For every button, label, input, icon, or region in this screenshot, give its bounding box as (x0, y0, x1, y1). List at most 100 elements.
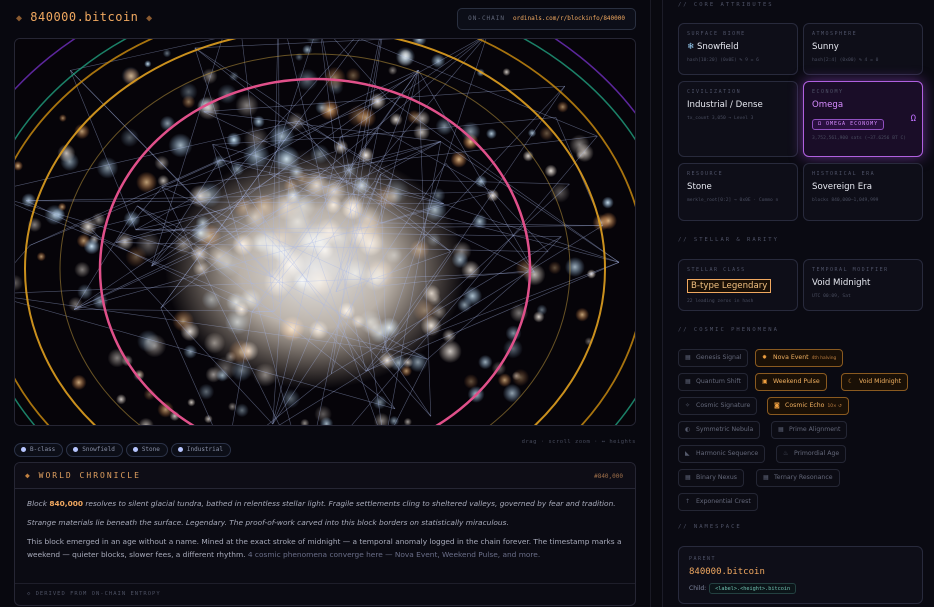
chronicle-header: ◆ WORLD CHRONICLE #840,000 (15, 463, 635, 489)
card-sub: UTC 00:09, Sat (812, 294, 851, 299)
tag-stellar-class[interactable]: B-class (14, 443, 64, 457)
star (235, 403, 249, 418)
calendar-icon: ▣ (762, 378, 768, 385)
phenomenon-void-midnight[interactable]: ☾ Void Midnight (841, 373, 909, 391)
namespace-label: PARENT (689, 556, 717, 562)
phenomenon-binary-nexus[interactable]: ▦ Binary Nexus (678, 469, 744, 487)
onchain-url[interactable]: ordinals.com/r/blockinfo/840000 (513, 15, 625, 22)
star (430, 53, 446, 69)
star (252, 115, 265, 128)
card-label: TEMPORAL MODIFIER (812, 267, 889, 273)
star (557, 101, 569, 113)
section-core-title: // CORE ATTRIBUTES (678, 2, 774, 8)
phenomenon-nova-event[interactable]: ✸ Nova Event 4th halving (755, 349, 844, 367)
phenomenon-quantum-shift[interactable]: ▦ Quantum Shift (678, 373, 748, 391)
chronicle-text: Block (27, 499, 50, 508)
card-sub: merkle_root[0:2] → 0x0E · Commo n (687, 198, 779, 203)
phenomenon-symmetric-nebula[interactable]: ◐ Symmetric Nebula (678, 421, 761, 439)
phenomenon-cosmic-signature[interactable]: ✧ Cosmic Signature (678, 397, 758, 415)
dot-icon (73, 447, 79, 452)
tag-civilization[interactable]: Industrial (170, 443, 231, 457)
star (187, 398, 196, 407)
square-icon: ▦ (685, 474, 691, 481)
tag-resource[interactable]: Stone (125, 443, 168, 457)
card-sub: hash[10:20] (0x0E) % 9 = 6 (687, 58, 759, 63)
phenomenon-ternary-resonance[interactable]: ▦ Ternary Resonance (756, 469, 840, 487)
namespace-card: PARENT 840000.bitcoin Child: <label>.<hei… (678, 546, 923, 604)
star (438, 339, 462, 364)
phenomenon-note: 4th halving (811, 356, 837, 361)
left-panel: ◆ 840000.bitcoin ◆ ON-CHAIN ordinals.com/… (0, 0, 650, 607)
onchain-link[interactable]: ON-CHAIN ordinals.com/r/blockinfo/840000 (457, 8, 636, 30)
star (74, 261, 91, 278)
star (564, 257, 585, 277)
card-value-text: Snowfield (696, 42, 739, 52)
star (388, 65, 398, 75)
star (548, 261, 562, 275)
card-sub: 22 leading zeros in hash (687, 299, 754, 304)
phenomenon-exponential-crest[interactable]: ↑ Exponential Crest (678, 493, 758, 511)
card-label: HISTORICAL ERA (812, 171, 876, 177)
world-visualization[interactable] (15, 39, 636, 426)
phenomenon-prime-alignment[interactable]: ▦ Prime Alignment (771, 421, 848, 439)
star (159, 115, 176, 132)
namespace-child: Child: <label>.<height>.bitcoin (689, 583, 912, 595)
star (486, 128, 497, 140)
star (71, 374, 87, 391)
canvas-hint: drag · scroll zoom · ↔ heights (521, 439, 636, 445)
dot-icon (177, 447, 183, 452)
card-temporal-modifier: TEMPORAL MODIFIER Void Midnight UTC 00:0… (803, 259, 923, 311)
phenomenon-label: Ternary Resonance (774, 474, 833, 481)
card-civilization: CIVILIZATION Industrial / Dense tx_count… (678, 81, 798, 157)
phenomenon-label: Quantum Shift (696, 378, 741, 385)
echo-icon: ◙ (774, 402, 780, 409)
star (235, 93, 259, 118)
block-number: 840,000 (49, 499, 84, 508)
phenomenon-cosmic-echo[interactable]: ◙ Cosmic Echo 10× ↺ (767, 397, 849, 415)
sparkle-icon: ✧ (685, 402, 691, 409)
phenomenon-harmonic-sequence[interactable]: ◣ Harmonic Sequence (678, 445, 766, 463)
star (544, 164, 558, 178)
star (511, 368, 530, 387)
phenomenon-label: Weekend Pulse (773, 378, 820, 385)
chronicle-paragraph: This block emerged in an age without a n… (27, 535, 623, 561)
phenomenon-weekend-pulse[interactable]: ▣ Weekend Pulse (755, 373, 827, 391)
star (400, 48, 412, 61)
star-core (165, 149, 465, 389)
card-value: Void Midnight (812, 278, 871, 288)
star (144, 60, 152, 68)
brand-label: 840000.bitcoin (30, 10, 139, 24)
flame-icon: ♨ (783, 450, 789, 457)
omega-badge: Ω OMEGA ECONOMY (812, 119, 885, 130)
child-pattern: <label>.<height>.bitcoin (709, 583, 797, 594)
card-surface-biome: SURFACE BIOME ❄ Snowfield hash[10:20] (0… (678, 23, 798, 75)
section-stellar-title: // STELLAR & RARITY (678, 237, 779, 243)
snowflake-icon: ❄ (687, 42, 695, 52)
star (96, 157, 119, 179)
phenomenon-note: 10× ↺ (827, 404, 842, 409)
world-canvas[interactable] (14, 38, 636, 426)
star (502, 68, 511, 76)
phenomenon-label: Primordial Age (794, 450, 840, 457)
tag-biome[interactable]: Snowfield (66, 443, 123, 457)
signal-icon: ▦ (685, 354, 691, 361)
card-economy: ECONOMY Omega Ω OMEGA ECONOMY 3,752,561,… (803, 81, 923, 157)
namespace-parent[interactable]: 840000.bitcoin (689, 567, 912, 577)
panel-divider[interactable] (650, 0, 662, 607)
phenomenon-genesis-signal[interactable]: ▦ Genesis Signal (678, 349, 749, 367)
card-label: RESOURCE (687, 171, 724, 177)
star (575, 307, 590, 322)
dot-icon (21, 447, 26, 452)
star (58, 114, 67, 122)
star (162, 49, 172, 58)
world-chronicle: ◆ WORLD CHRONICLE #840,000 Block 840,000… (14, 462, 636, 606)
star (497, 373, 512, 387)
card-label: CIVILIZATION (687, 89, 742, 95)
diamond-icon: ◆ (16, 13, 23, 24)
diamond-icon: ◆ (25, 471, 32, 480)
card-label: SURFACE BIOME (687, 31, 746, 37)
chronicle-phenomena-note: 4 cosmic phenomena converge here — Nova … (245, 550, 541, 559)
phenomenon-label: Nova Event (773, 354, 809, 361)
phenomenon-primordial-age[interactable]: ♨ Primordial Age (776, 445, 847, 463)
legendary-value: B-type Legendary (687, 279, 772, 293)
